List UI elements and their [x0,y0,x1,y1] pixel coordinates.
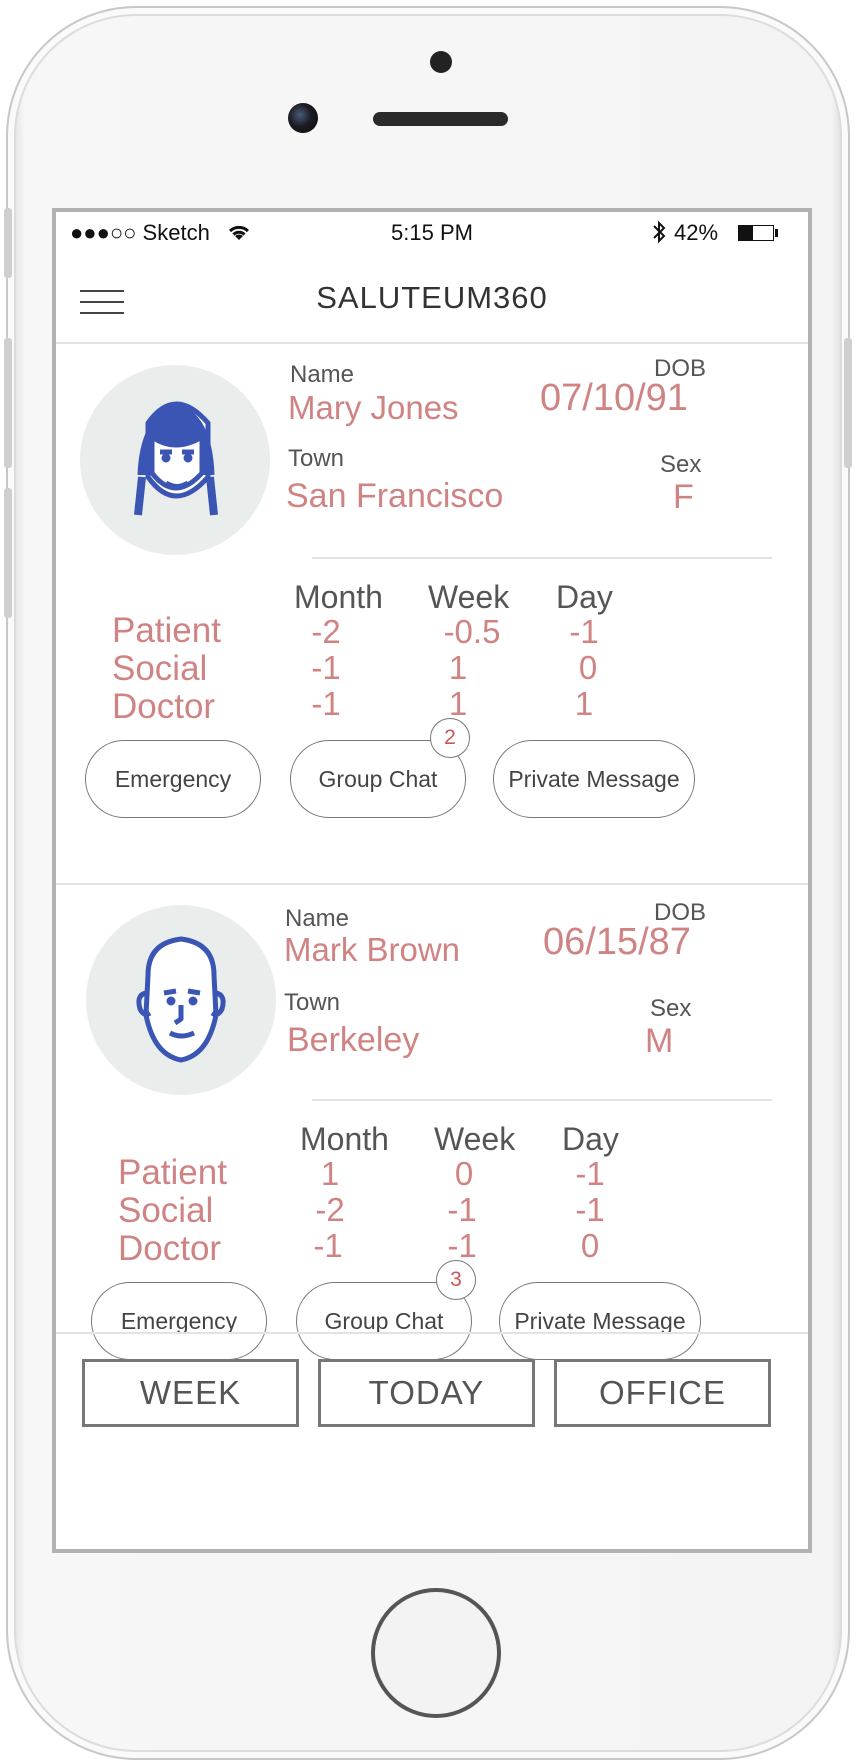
table-cell: -0.5 [443,613,501,650]
patient-town: Berkeley [287,1021,420,1059]
row-label-social: Social [118,1191,214,1230]
name-label: Name [285,905,350,932]
table-cell: -1 [311,649,341,686]
table-cell: 1 [448,685,468,722]
unread-count-badge: 2 [430,718,470,758]
table-cell: 0 [580,1227,600,1264]
power-button [844,338,852,468]
patient-dob: 06/15/87 [543,921,691,963]
patient-sex: F [673,478,694,516]
table-cell: 1 [448,649,468,686]
patient-card: Name Mark Brown DOB 06/15/87 Town Berkel… [56,885,808,1360]
table-cell: -1 [575,1191,605,1228]
row-label-patient: Patient [112,611,221,650]
male-avatar-icon [86,905,276,1095]
table-cell: -1 [311,685,341,722]
table-cell: -1 [575,1155,605,1192]
patient-name: Mark Brown [284,931,461,968]
patient-sex: M [645,1022,674,1060]
private-message-button[interactable]: Private Message [493,740,695,818]
col-header-month: Month [294,579,383,615]
proximity-sensor [430,51,452,73]
female-avatar-icon [80,365,270,555]
volume-down-button [4,488,12,618]
unread-count-badge: 3 [436,1260,476,1300]
table-cell: 1 [574,685,594,722]
table-cell: 0 [454,1155,474,1192]
row-label-doctor: Doctor [112,687,216,726]
table-cell: -1 [447,1227,477,1264]
divider [312,1099,772,1101]
app-title: SALUTEUM360 [316,280,548,315]
col-header-day: Day [556,579,613,615]
patient-card: Name Mary Jones DOB 07/10/91 Town San Fr… [56,343,808,885]
table-cell: -1 [313,1227,343,1264]
table-cell: 0 [578,649,598,686]
table-cell: -2 [315,1191,345,1228]
app-screen: ●●●○○ Sketch 5:15 PM 42% SALUTEUM360 Nam… [52,208,812,1553]
name-label: Name [290,361,355,388]
sex-label: Sex [650,995,692,1022]
mute-switch [4,208,12,278]
home-button[interactable] [371,1588,501,1718]
row-label-doctor: Doctor [118,1229,222,1268]
table-cell: -2 [311,613,341,650]
tab-bar-divider [56,1332,808,1334]
town-label: Town [284,989,341,1016]
private-message-button[interactable]: Private Message [499,1282,701,1360]
patient-dob: 07/10/91 [540,377,688,419]
table-cell: -1 [569,613,599,650]
emergency-button[interactable]: Emergency [85,740,261,818]
tab-today[interactable]: TODAY [318,1359,535,1427]
row-label-social: Social [112,649,208,688]
col-header-week: Week [434,1121,516,1157]
col-header-month: Month [300,1121,389,1157]
row-label-patient: Patient [118,1153,227,1192]
earpiece-speaker [373,112,508,126]
front-camera [288,103,318,133]
table-cell: -1 [447,1191,477,1228]
patient-town: San Francisco [286,477,504,515]
volume-up-button [4,338,12,468]
col-header-day: Day [562,1121,619,1157]
app-header: SALUTEUM360 [56,212,808,344]
col-header-week: Week [428,579,510,615]
sex-label: Sex [660,451,702,478]
tab-week[interactable]: WEEK [82,1359,299,1427]
town-label: Town [288,445,345,472]
table-cell: 1 [320,1155,340,1192]
patient-name: Mary Jones [288,389,459,426]
divider [312,557,772,559]
emergency-button[interactable]: Emergency [91,1282,267,1360]
tab-office[interactable]: OFFICE [554,1359,771,1427]
